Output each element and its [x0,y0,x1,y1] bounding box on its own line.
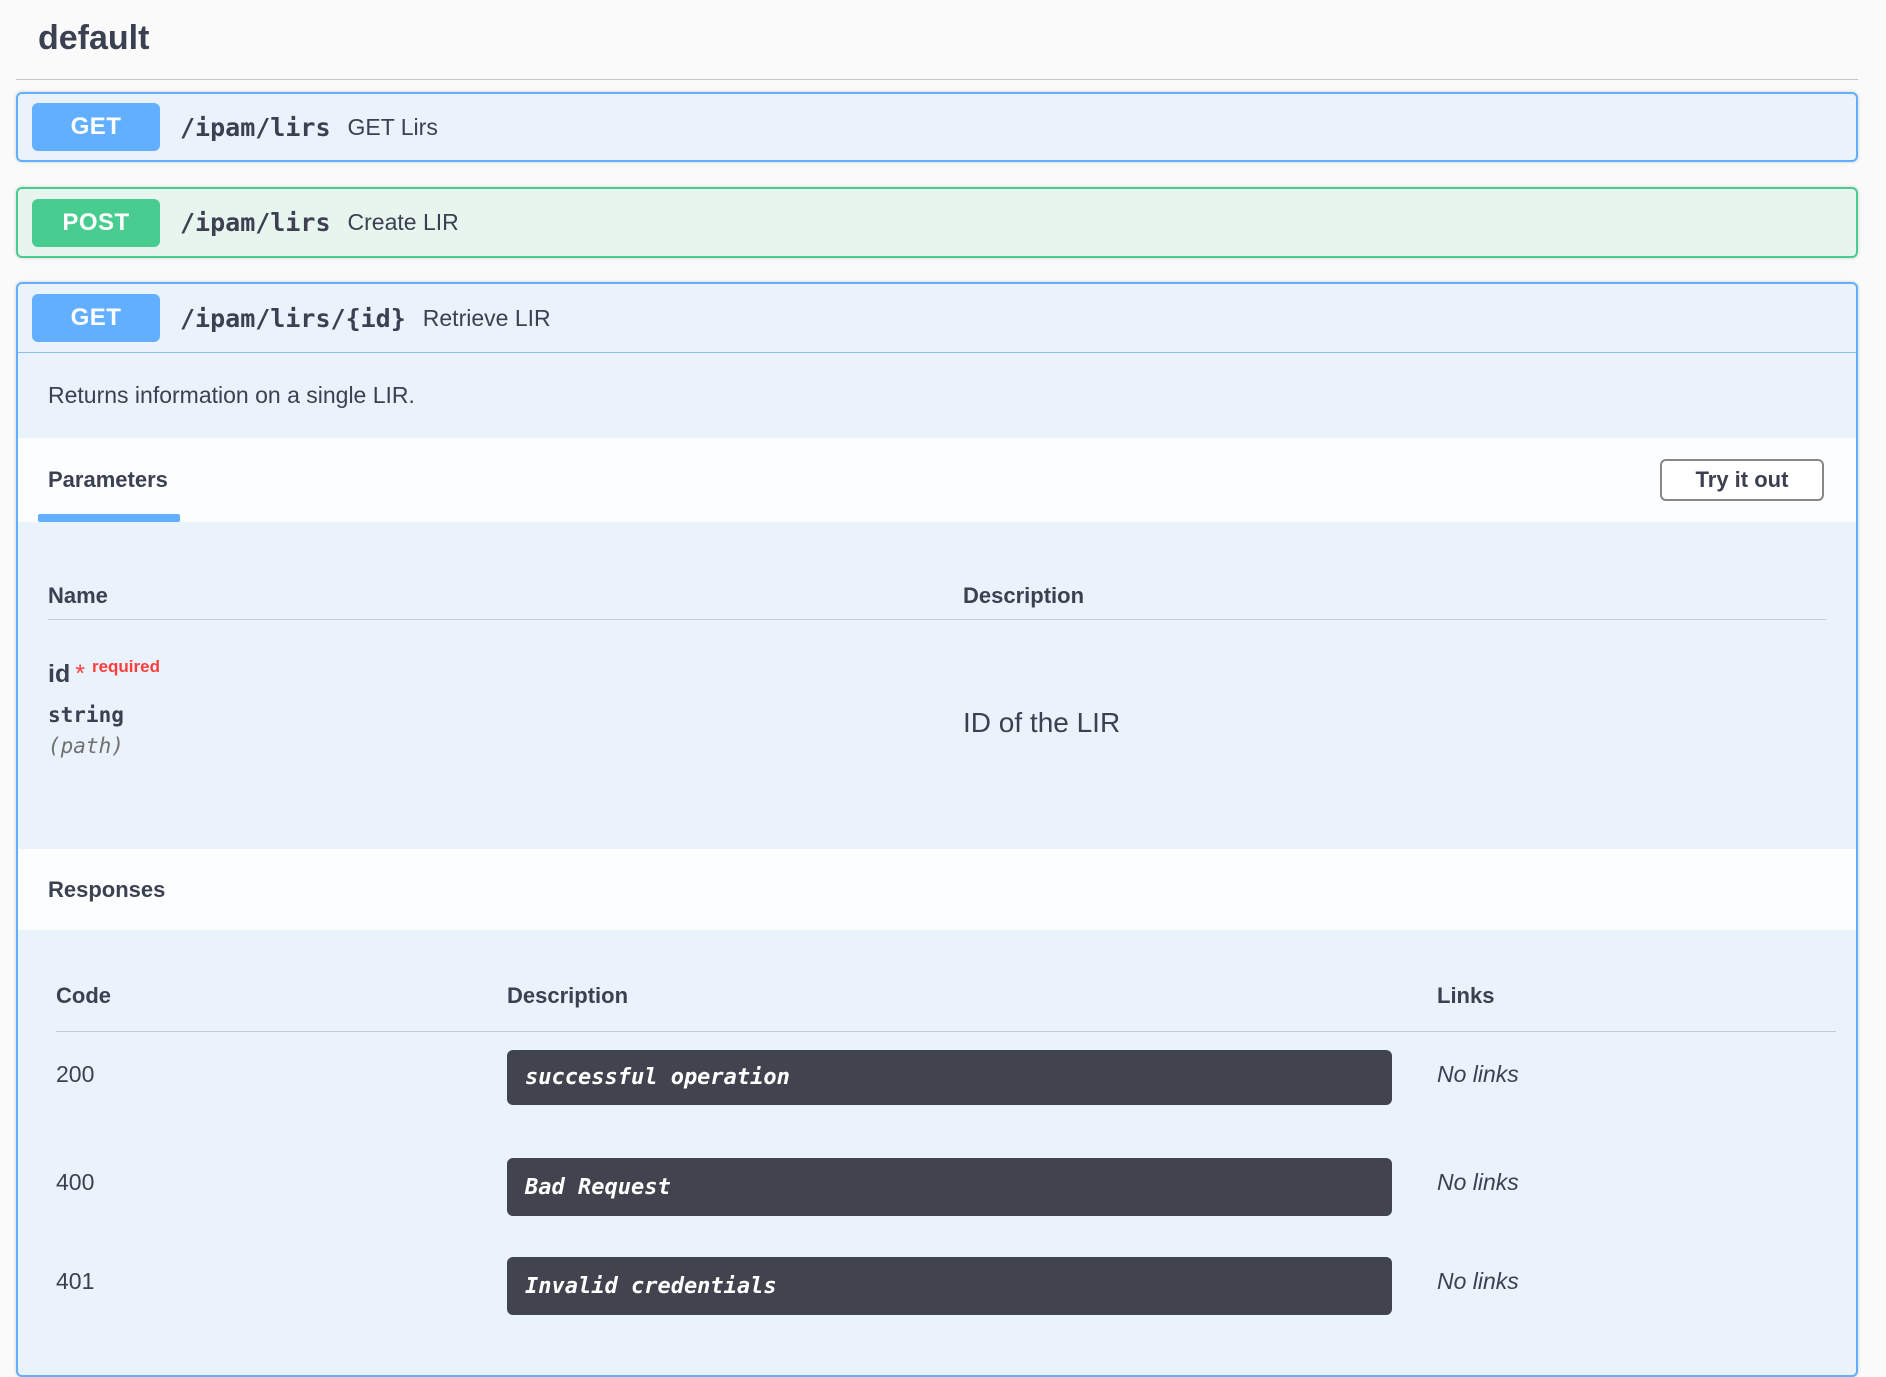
response-description-box: Bad Request [507,1158,1392,1216]
section-divider [16,79,1858,80]
response-description-box: successful operation [507,1050,1392,1105]
opblock-get-lir-by-id: GET /ipam/lirs/{id} Retrieve LIR Returns… [16,282,1858,1377]
opblock-summary-post-lirs[interactable]: POST /ipam/lirs Create LIR [18,189,1856,256]
opblock-get-lirs: GET /ipam/lirs GET Lirs [16,92,1858,162]
response-links: No links [1437,1257,1836,1315]
parameters-col-header-description: Description [963,522,1826,620]
tab-parameters[interactable]: Parameters [48,438,168,522]
responses-table: Code Description Links 200 successful op… [56,930,1836,1315]
parameter-description: ID of the LIR [963,620,1826,758]
api-section-default: default GET /ipam/lirs GET Lirs POST /ip… [0,0,1886,1377]
endpoint-summary: GET Lirs [348,114,438,141]
parameter-location: (path) [48,734,963,758]
parameter-type: string [48,703,963,727]
tab-parameters-label: Parameters [48,467,168,493]
endpoint-path: /ipam/lirs [180,208,331,237]
responses-title: Responses [48,877,165,903]
response-code-401: 401 [56,1257,507,1315]
parameter-name: id [48,660,70,688]
response-links: No links [1437,1158,1836,1216]
opblock-post-lirs: POST /ipam/lirs Create LIR [16,187,1858,258]
opblock-summary-get-lir-by-id[interactable]: GET /ipam/lirs/{id} Retrieve LIR [18,284,1856,353]
parameters-table: Name Description id* required string (pat… [48,522,1826,758]
method-badge-post: POST [32,199,160,247]
method-badge-get: GET [32,294,160,342]
required-star: * [75,660,85,688]
parameters-header-bar: Parameters Try it out [18,438,1856,522]
endpoint-summary: Create LIR [348,209,459,236]
section-title[interactable]: default [16,0,1858,60]
operation-description: Returns information on a single LIR. [18,353,1856,438]
required-label: required [92,657,160,676]
response-description-box: Invalid credentials [507,1257,1392,1315]
response-row: successful operation [507,1050,1437,1105]
opblock-summary-get-lirs[interactable]: GET /ipam/lirs GET Lirs [18,94,1856,160]
responses-col-header-description: Description [507,930,1437,1032]
method-badge-get: GET [32,103,160,151]
responses-header-bar: Responses [18,849,1856,930]
response-links: No links [1437,1050,1836,1105]
responses-col-header-code: Code [56,930,507,1032]
response-row: Bad Request [507,1158,1437,1216]
responses-section: Code Description Links 200 successful op… [18,930,1856,1375]
response-code-200: 200 [56,1050,507,1105]
parameters-col-header-name: Name [48,522,963,620]
endpoint-path: /ipam/lirs [180,113,331,142]
try-it-out-button[interactable]: Try it out [1660,459,1824,501]
response-code-400: 400 [56,1158,507,1216]
endpoint-summary: Retrieve LIR [423,305,551,332]
response-row: Invalid credentials [507,1257,1437,1315]
endpoint-path: /ipam/lirs/{id} [180,304,406,333]
responses-col-header-links: Links [1437,930,1836,1032]
parameters-section: Name Description id* required string (pat… [18,522,1856,849]
parameter-row-id: id* required string (path) [48,620,963,758]
